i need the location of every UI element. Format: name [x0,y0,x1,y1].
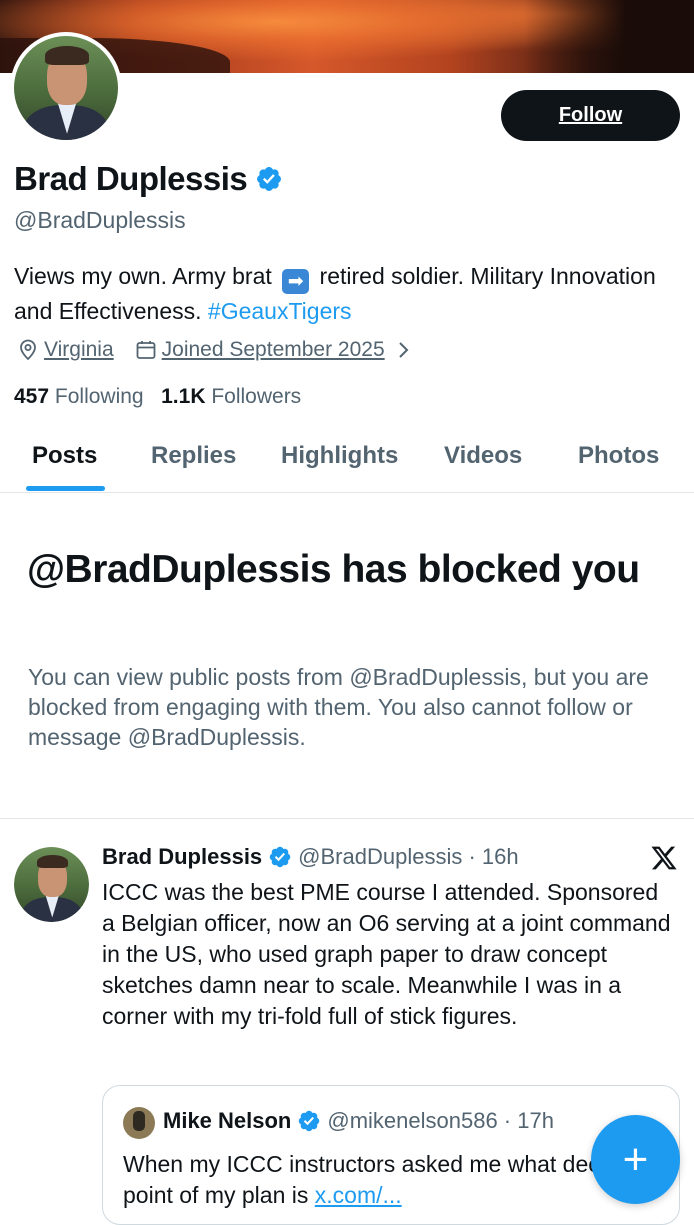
follow-button[interactable]: Follow [501,90,680,141]
quoted-handle-time: @mikenelson586 · 17h [327,1108,554,1133]
tab-videos[interactable]: Videos [444,442,522,470]
tab-posts[interactable]: Posts [32,442,97,470]
tab-photos[interactable]: Photos [578,442,659,470]
location-text[interactable]: Virginia [44,338,114,362]
blocked-description: You can view public posts from @BradDupl… [28,664,649,750]
post-avatar[interactable] [14,847,89,922]
joined-date[interactable]: Joined September 2025 [162,338,385,362]
blocked-title: @BradDuplessis has blocked you [27,548,640,591]
profile-name: Brad Duplessis [14,160,248,197]
location-pin-icon [20,339,36,361]
active-tab-indicator [26,486,105,491]
bio-hashtag-link[interactable]: #GeauxTigers [208,298,352,324]
quoted-header: Mike Nelson @mikenelson586 · 17h [163,1108,554,1134]
post-text: ICCC was the best PME course I attended.… [102,879,671,1029]
profile-avatar[interactable] [10,32,122,144]
profile-bio: Views my own. Army brat ➡ retired soldie… [14,259,674,328]
tab-highlights[interactable]: Highlights [281,442,398,470]
divider [0,818,694,819]
following-link[interactable]: 457 Following [14,385,144,408]
verified-badge-icon[interactable] [255,165,283,193]
x-logo-icon[interactable] [650,844,678,872]
post-handle-time: @BradDuplessis · 16h [298,844,519,869]
quoted-author-name: Mike Nelson [163,1108,292,1133]
profile-name-row: Brad Duplessis [14,160,283,198]
verified-badge-icon [299,1110,320,1132]
profile-tabs: Posts Replies Highlights Videos Photos [0,428,694,493]
follow-stats: 457 Following 1.1K Followers [14,385,301,409]
post-header: Brad Duplessis @BradDuplessis · 16h [102,844,519,870]
post-author-name[interactable]: Brad Duplessis [102,844,262,870]
compose-post-button[interactable]: + [591,1115,680,1204]
verified-badge-icon[interactable] [268,845,292,869]
chevron-right-icon[interactable] [391,338,415,362]
quoted-avatar [123,1107,155,1139]
calendar-icon [136,341,156,359]
banner-shadow [524,0,694,73]
quoted-link[interactable]: x.com/... [315,1182,402,1208]
profile-meta: Virginia Joined September 2025 [16,338,419,362]
followers-link[interactable]: 1.1K Followers [161,385,301,408]
avatar-image [14,36,118,140]
tab-replies[interactable]: Replies [151,442,236,470]
bio-text: Views my own. Army brat [14,263,272,289]
profile-handle: @BradDuplessis [14,207,186,233]
post-avatar-image [14,847,89,922]
arrow-right-emoji-icon: ➡ [282,269,310,294]
